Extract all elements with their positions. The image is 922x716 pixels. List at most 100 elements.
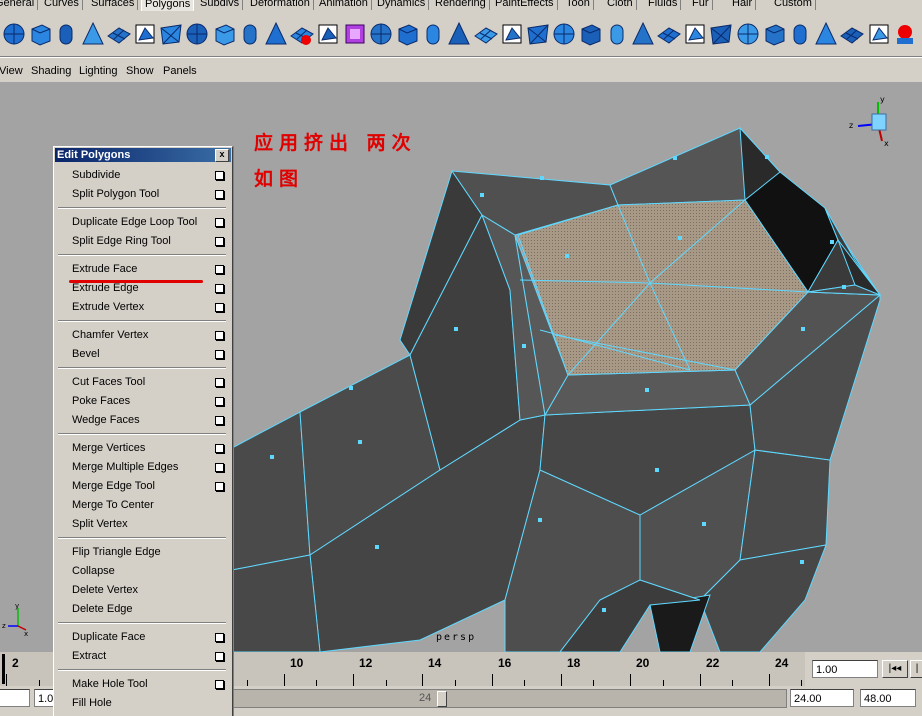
extrude-face-icon[interactable] bbox=[445, 20, 473, 48]
smooth-icon[interactable] bbox=[367, 20, 395, 48]
menu-item-extract[interactable]: Extract bbox=[72, 647, 227, 666]
panel-menu-lighting[interactable]: Lighting bbox=[79, 65, 118, 77]
menu-item-collapse[interactable]: Collapse bbox=[72, 562, 227, 581]
boolean-icon[interactable] bbox=[341, 20, 369, 48]
option-box-icon[interactable] bbox=[215, 190, 224, 199]
option-box-icon[interactable] bbox=[215, 463, 224, 472]
poly-cylinder-icon[interactable] bbox=[52, 20, 80, 48]
close-icon[interactable]: x bbox=[215, 149, 229, 162]
menu-item-poke-faces[interactable]: Poke Faces bbox=[72, 392, 227, 411]
option-box-icon[interactable] bbox=[215, 444, 224, 453]
option-box-icon[interactable] bbox=[215, 331, 224, 340]
shelf-tab-painteffects[interactable]: PaintEffects bbox=[492, 0, 558, 10]
combine-icon[interactable] bbox=[262, 20, 290, 48]
range-bar[interactable]: 24 bbox=[232, 689, 787, 708]
menu-item-split-polygon-tool[interactable]: Split Polygon Tool bbox=[72, 185, 227, 204]
menu-item-duplicate-face[interactable]: Duplicate Face bbox=[72, 628, 227, 647]
poly-prism-icon[interactable] bbox=[157, 20, 185, 48]
poly-torus-icon[interactable] bbox=[131, 20, 159, 48]
option-box-icon[interactable] bbox=[215, 378, 224, 387]
menu-item-make-hole-tool[interactable]: Make Hole Tool bbox=[72, 675, 227, 694]
menu-item-delete-vertex[interactable]: Delete Vertex bbox=[72, 581, 227, 600]
selection-icon[interactable] bbox=[891, 20, 919, 48]
menu-item-merge-to-center[interactable]: Merge To Center bbox=[72, 496, 227, 515]
merge-icon[interactable] bbox=[550, 20, 578, 48]
panel-menu-shading[interactable]: Shading bbox=[31, 65, 71, 77]
current-time-field[interactable]: 1.00 bbox=[812, 660, 878, 678]
shelf-tab-surfaces[interactable]: Surfaces bbox=[88, 0, 139, 10]
start-time-field[interactable] bbox=[0, 689, 30, 707]
menu-item-merge-edge-tool[interactable]: Merge Edge Tool bbox=[72, 477, 227, 496]
wedge-icon[interactable] bbox=[576, 20, 604, 48]
soften-icon[interactable] bbox=[629, 20, 657, 48]
uv-editor-icon[interactable] bbox=[786, 20, 814, 48]
menu-item-merge-vertices[interactable]: Merge Vertices bbox=[72, 439, 227, 458]
option-box-icon[interactable] bbox=[215, 633, 224, 642]
mirror-icon[interactable] bbox=[419, 20, 447, 48]
auto-map-icon[interactable] bbox=[760, 20, 788, 48]
menu-item-merge-multiple-edges[interactable]: Merge Multiple Edges bbox=[72, 458, 227, 477]
end-time-field[interactable]: 24.00 bbox=[790, 689, 854, 707]
option-box-icon[interactable] bbox=[215, 482, 224, 491]
menu-item-cut-faces-tool[interactable]: Cut Faces Tool bbox=[72, 373, 227, 392]
shelf-tab-subdivs[interactable]: Subdivs bbox=[197, 0, 244, 10]
planar-map-icon[interactable] bbox=[681, 20, 709, 48]
separate-icon[interactable] bbox=[288, 20, 316, 48]
shelf-tab-animation[interactable]: Animation bbox=[316, 0, 372, 10]
poly-soccer-icon[interactable] bbox=[236, 20, 264, 48]
menu-item-duplicate-edge-loop-tool[interactable]: Duplicate Edge Loop Tool bbox=[72, 213, 227, 232]
option-box-icon[interactable] bbox=[215, 303, 224, 312]
menu-item-bevel[interactable]: Bevel bbox=[72, 345, 227, 364]
shelf-tab-rendering[interactable]: Rendering bbox=[432, 0, 490, 10]
poly-helix-icon[interactable] bbox=[210, 20, 238, 48]
option-box-icon[interactable] bbox=[215, 652, 224, 661]
shelf-tab-polygons[interactable]: Polygons bbox=[141, 0, 195, 11]
spherical-map-icon[interactable] bbox=[734, 20, 762, 48]
menu-item-flip-triangle-edge[interactable]: Flip Triangle Edge bbox=[72, 543, 227, 562]
panel-menu-panels[interactable]: Panels bbox=[163, 65, 197, 77]
shelf-tab-deformation[interactable]: Deformation bbox=[247, 0, 314, 10]
map-uv-icon[interactable] bbox=[655, 20, 683, 48]
shelf-tab-general[interactable]: General bbox=[0, 0, 39, 10]
shelf-tab-fluids[interactable]: Fluids bbox=[645, 0, 682, 10]
playback-start-field[interactable]: 1.0 bbox=[34, 689, 54, 707]
panel-menu-view[interactable]: View bbox=[0, 65, 23, 77]
split-polygon-icon[interactable] bbox=[472, 20, 500, 48]
option-box-icon[interactable] bbox=[215, 680, 224, 689]
menu-item-extrude-vertex[interactable]: Extrude Vertex bbox=[72, 298, 227, 317]
view-axis-icon[interactable]: y z x bbox=[846, 96, 906, 156]
menu-item-split-vertex[interactable]: Split Vertex bbox=[72, 515, 227, 534]
poly-sphere-icon[interactable] bbox=[0, 20, 28, 48]
menu-item-chamfer-vertex[interactable]: Chamfer Vertex bbox=[72, 326, 227, 345]
menu-item-subdivide[interactable]: Subdivide bbox=[72, 166, 227, 185]
option-box-icon[interactable] bbox=[215, 350, 224, 359]
option-box-icon[interactable] bbox=[215, 416, 224, 425]
bevel-icon[interactable] bbox=[524, 20, 552, 48]
append-icon[interactable] bbox=[498, 20, 526, 48]
reduce-icon[interactable] bbox=[603, 20, 631, 48]
menu-item-fill-hole[interactable]: Fill Hole bbox=[72, 694, 227, 713]
shelf-tab-cloth[interactable]: Cloth bbox=[604, 0, 637, 10]
normal-icon[interactable] bbox=[812, 20, 840, 48]
menu-item-delete-edge[interactable]: Delete Edge bbox=[72, 600, 227, 619]
poly-pipe-icon[interactable] bbox=[183, 20, 211, 48]
option-box-icon[interactable] bbox=[215, 237, 224, 246]
poly-cube-icon[interactable] bbox=[26, 20, 54, 48]
shelf-tab-fur[interactable]: Fur bbox=[689, 0, 713, 10]
crease-icon[interactable] bbox=[838, 20, 866, 48]
extract-icon[interactable] bbox=[314, 20, 342, 48]
menu-item-extrude-face[interactable]: Extrude Face bbox=[72, 260, 227, 279]
step-back-button[interactable]: | bbox=[910, 660, 922, 678]
poly-cone-icon[interactable] bbox=[79, 20, 107, 48]
option-box-icon[interactable] bbox=[215, 397, 224, 406]
current-time-indicator[interactable] bbox=[2, 654, 5, 684]
shelf-tab-custom[interactable]: Custom bbox=[771, 0, 816, 10]
range-handle[interactable] bbox=[437, 691, 447, 707]
shelf-tab-toon[interactable]: Toon bbox=[563, 0, 594, 10]
smooth-proxy-icon[interactable] bbox=[393, 20, 421, 48]
panel-menu-show[interactable]: Show bbox=[126, 65, 154, 77]
shelf-tab-dynamics[interactable]: Dynamics bbox=[374, 0, 430, 10]
option-box-icon[interactable] bbox=[215, 171, 224, 180]
sculpt-icon[interactable] bbox=[865, 20, 893, 48]
option-box-icon[interactable] bbox=[215, 265, 224, 274]
